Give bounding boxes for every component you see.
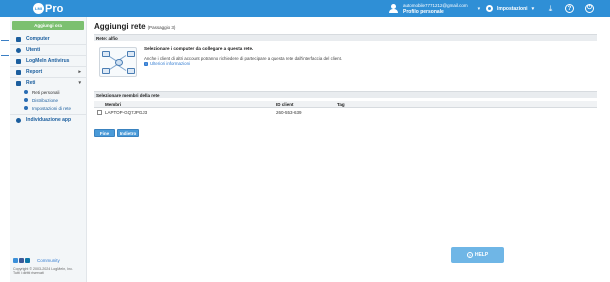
- column-header-members[interactable]: Membri: [105, 102, 121, 107]
- chevron-down-icon: ▾: [78, 80, 81, 86]
- row-checkbox[interactable]: [97, 110, 102, 115]
- sidebar-item-label: Distribuzione: [32, 97, 59, 103]
- sidebar-item-personal-networks[interactable]: Reti personali: [10, 88, 87, 96]
- user-icon: [16, 47, 21, 53]
- chevron-down-icon: ▾: [531, 5, 535, 12]
- help-button[interactable]: ? HELP: [451, 247, 504, 263]
- chart-icon: [16, 69, 21, 75]
- sidebar-item-label: Report: [26, 69, 43, 75]
- sidebar-item-label: Individuazione app: [26, 117, 72, 123]
- help-icon[interactable]: ?: [564, 3, 575, 14]
- network-illustration: [99, 47, 137, 77]
- logo[interactable]: LMI Pro: [33, 2, 63, 15]
- members-table-header: Membri ID client Tag: [94, 101, 597, 108]
- back-button[interactable]: Indietro: [117, 129, 139, 137]
- column-header-client-id[interactable]: ID client: [276, 102, 294, 107]
- sidebar-item-deployment[interactable]: Distribuzione: [10, 96, 87, 104]
- sidebar-item-app-discovery[interactable]: Individuazione app: [10, 115, 87, 125]
- copyright: Copyright © 2003-2024 LogMeIn, Inc. Tutt…: [13, 267, 85, 276]
- user-icon: [389, 4, 398, 13]
- network-name-bar: Rete: alfio: [94, 34, 597, 41]
- help-label: HELP: [474, 252, 489, 258]
- sidebar: Aggiungi ora Computer Utenti LogMeIn Ant…: [10, 17, 87, 282]
- top-bar: LMI Pro automobile7771212@gmail.com Prof…: [0, 0, 610, 17]
- facebook-icon[interactable]: [19, 258, 24, 263]
- sidebar-item-antivirus[interactable]: LogMeIn Antivirus: [10, 56, 87, 66]
- settings-label: Impostazioni: [497, 5, 528, 12]
- column-header-tag[interactable]: Tag: [337, 102, 345, 107]
- add-now-button[interactable]: Aggiungi ora: [12, 21, 84, 30]
- community-link[interactable]: Community: [37, 258, 60, 263]
- user-menu[interactable]: automobile7771212@gmail.com Profilo pers…: [389, 2, 480, 15]
- sidebar-item-label: Utenti: [26, 47, 41, 53]
- sidebar-item-networks[interactable]: Reti ▾: [10, 78, 87, 88]
- download-icon[interactable]: ⤓: [545, 3, 556, 14]
- search-icon: [16, 117, 21, 123]
- table-row: LAPTOP-GQ7JPGJ3 260-553-639: [94, 108, 597, 117]
- finish-button[interactable]: Fine: [94, 129, 115, 137]
- sidebar-item-users[interactable]: Utenti: [10, 45, 87, 55]
- user-profile-label: Profilo personale: [403, 8, 444, 15]
- chevron-down-icon: ▾: [477, 5, 481, 12]
- sidebar-item-label: Reti personali: [32, 89, 60, 95]
- more-info-label: Ulteriori informazioni: [150, 61, 191, 66]
- select-instruction: Selezionare i computer da collegare a qu…: [144, 46, 254, 51]
- main-content: Aggiungi rete (Passaggio 3) Rete: alfio S…: [88, 17, 610, 282]
- page-title: Aggiungi rete (Passaggio 3): [94, 22, 175, 31]
- logo-text: Pro: [45, 2, 64, 15]
- social-links: Community: [13, 258, 60, 263]
- strip-marker: [1, 55, 9, 56]
- power-icon[interactable]: ⏻: [584, 3, 595, 14]
- deploy-icon: [24, 98, 28, 102]
- sidebar-item-network-settings[interactable]: Impostazioni di rete: [10, 104, 87, 112]
- member-name: LAPTOP-GQ7JPGJ3: [105, 110, 148, 115]
- twitter-icon[interactable]: [13, 258, 18, 263]
- settings-menu[interactable]: Impostazioni ▾: [486, 2, 534, 15]
- more-info-link[interactable]: i Ulteriori informazioni: [144, 61, 190, 66]
- linkedin-icon[interactable]: [25, 258, 30, 263]
- rights-text: Tutti i diritti riservati: [13, 271, 44, 276]
- logo-mark: LMI: [33, 3, 44, 14]
- sidebar-item-computer[interactable]: Computer: [10, 34, 87, 44]
- strip-marker: [1, 40, 9, 41]
- network-icon: [24, 90, 28, 94]
- network-icon: [16, 80, 21, 86]
- members-section-bar: Selezionare membri della rete: [94, 91, 597, 98]
- sidebar-item-label: Reti: [26, 80, 36, 86]
- sidebar-item-label: Impostazioni di rete: [32, 105, 72, 111]
- question-icon: ?: [466, 252, 473, 258]
- monitor-icon: [16, 36, 21, 42]
- info-icon: i: [144, 61, 148, 66]
- page-title-text: Aggiungi rete: [94, 22, 146, 31]
- step-indicator: (Passaggio 3): [147, 25, 176, 30]
- sidebar-item-label: Computer: [26, 36, 50, 42]
- gear-icon: [486, 5, 493, 12]
- client-id: 260-553-639: [276, 110, 302, 115]
- sidebar-item-label: LogMeIn Antivirus: [26, 58, 70, 64]
- settings-icon: [24, 106, 28, 110]
- sidebar-item-report[interactable]: Report ▸: [10, 67, 87, 77]
- left-strip: [0, 17, 10, 282]
- chevron-right-icon: ▸: [78, 69, 81, 75]
- shield-icon: [16, 58, 21, 64]
- user-email: automobile7771212@gmail.com: [403, 2, 468, 8]
